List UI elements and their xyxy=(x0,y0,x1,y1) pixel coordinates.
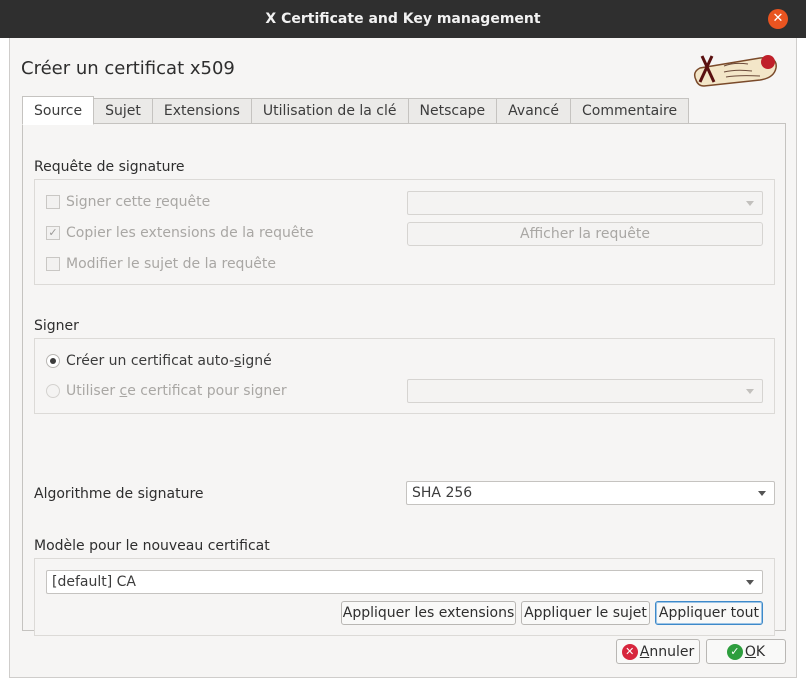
sign-request-label: Signer cette requête xyxy=(66,194,211,210)
copy-extensions-checkbox[interactable]: ✓ xyxy=(46,226,60,240)
algorithm-label: Algorithme de signature xyxy=(34,486,204,502)
sign-request-checkbox[interactable] xyxy=(46,195,60,209)
self-signed-radio-row[interactable]: Créer un certificat auto-signé xyxy=(46,353,272,369)
close-icon[interactable]: ✕ xyxy=(768,9,788,29)
modify-subject-label: Modifier le sujet de la requête xyxy=(66,256,277,272)
signing-request-label: Requête de signature xyxy=(34,159,185,175)
tab-subject[interactable]: Sujet xyxy=(94,98,153,124)
request-select[interactable] xyxy=(407,191,763,215)
ok-icon: ✓ xyxy=(726,643,743,660)
ok-button[interactable]: ✓ OK xyxy=(706,639,786,664)
cancel-icon: ✕ xyxy=(621,643,638,660)
chevron-down-icon xyxy=(746,389,754,394)
dialog-title: Créer un certificat x509 xyxy=(21,58,235,79)
algorithm-select-value: SHA 256 xyxy=(412,485,473,501)
self-signed-radio[interactable] xyxy=(46,354,60,368)
tab-netscape[interactable]: Netscape xyxy=(408,98,498,124)
modify-subject-checkbox[interactable] xyxy=(46,257,60,271)
copy-extensions-label: Copier les extensions de la requête xyxy=(66,225,314,241)
signing-request-group: Signer cette requête ✓ Copier les extens… xyxy=(34,179,775,285)
chevron-down-icon xyxy=(746,580,754,585)
chevron-down-icon xyxy=(758,491,766,496)
show-request-button[interactable]: Afficher la requête xyxy=(407,222,763,246)
tab-advanced[interactable]: Avancé xyxy=(497,98,571,124)
sign-group: Créer un certificat auto-signé Utiliser … xyxy=(34,338,775,414)
algorithm-select[interactable]: SHA 256 xyxy=(406,481,775,505)
dialog-body: Créer un certificat x509 Source Sujet Ex… xyxy=(9,38,797,678)
ok-button-label: OK xyxy=(744,643,766,660)
template-select-value: [default] CA xyxy=(52,574,136,590)
sign-label: Signer xyxy=(34,318,79,334)
tab-comment[interactable]: Commentaire xyxy=(570,98,690,124)
copy-extensions-checkbox-row[interactable]: ✓ Copier les extensions de la requête xyxy=(46,225,314,241)
tab-page-source: Requête de signature Signer cette requêt… xyxy=(22,123,786,636)
template-label: Modèle pour le nouveau certificat xyxy=(34,538,270,554)
template-group: [default] CA Appliquer les extensions Ap… xyxy=(34,558,775,636)
chevron-down-icon xyxy=(746,201,754,206)
self-signed-label: Créer un certificat auto-signé xyxy=(66,353,272,369)
use-ca-radio[interactable] xyxy=(46,384,60,398)
apply-subject-button[interactable]: Appliquer le sujet xyxy=(521,601,650,625)
tab-source[interactable]: Source xyxy=(22,96,95,125)
window-titlebar: X Certificate and Key management ✕ xyxy=(0,0,806,38)
tab-bar: Source Sujet Extensions Utilisation de l… xyxy=(22,96,690,125)
use-ca-radio-row[interactable]: Utiliser ce certificat pour signer xyxy=(46,383,287,399)
tab-extensions[interactable]: Extensions xyxy=(152,98,252,124)
xca-logo-icon xyxy=(693,55,777,87)
cancel-button-label: Annuler xyxy=(639,643,695,660)
sign-request-checkbox-row[interactable]: Signer cette requête xyxy=(46,194,210,210)
use-ca-label: Utiliser ce certificat pour signer xyxy=(66,383,287,399)
cancel-button[interactable]: ✕ Annuler xyxy=(616,639,700,664)
tab-key-usage[interactable]: Utilisation de la clé xyxy=(251,98,409,124)
template-select[interactable]: [default] CA xyxy=(46,570,763,594)
apply-all-button[interactable]: Appliquer tout xyxy=(655,601,763,625)
apply-extensions-button[interactable]: Appliquer les extensions xyxy=(341,601,516,625)
modify-subject-checkbox-row[interactable]: Modifier le sujet de la requête xyxy=(46,256,276,272)
window-title: X Certificate and Key management xyxy=(265,11,541,27)
ca-certificate-select[interactable] xyxy=(407,379,763,403)
